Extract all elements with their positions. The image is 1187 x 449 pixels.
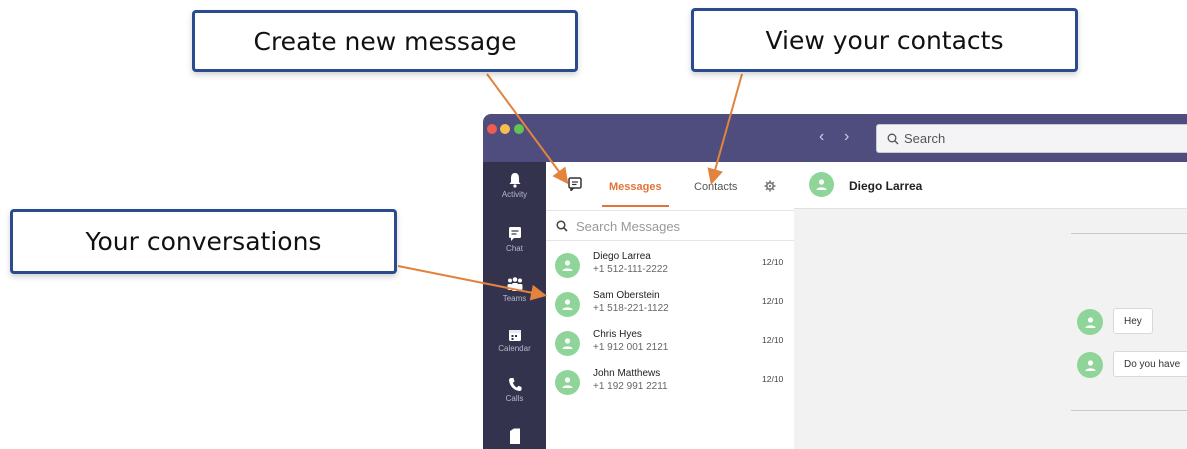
conversation-item[interactable]: John Matthews +1 192 991 2211 12/10 [546, 365, 794, 403]
conversation-date: 12/10 [762, 374, 784, 384]
person-icon [562, 260, 573, 271]
avatar [555, 253, 580, 278]
conversation-list-pane: Messages Contacts Search Messages Diego … [546, 162, 795, 449]
list-tabs: Messages Contacts [546, 162, 794, 211]
bell-icon [509, 173, 520, 188]
rail-label: Chat [506, 244, 523, 253]
avatar [809, 172, 834, 197]
search-placeholder: Search [904, 131, 946, 146]
close-window-button[interactable] [487, 124, 497, 134]
tab-messages[interactable]: Messages [609, 181, 662, 193]
person-icon [562, 377, 573, 388]
gear-icon [764, 180, 776, 192]
conversation-date: 12/10 [762, 296, 784, 306]
person-icon [562, 299, 573, 310]
conversation-name: Sam Oberstein [593, 290, 660, 301]
rail-label: Teams [502, 294, 527, 303]
conversation-date: 12/10 [762, 335, 784, 345]
rail-label: Activity [501, 190, 528, 199]
app-rail: Activity Chat Teams Calendar Calls [483, 162, 546, 449]
callout-view-contacts: View your contacts [691, 8, 1078, 72]
chat-header: Diego Larrea [794, 162, 1187, 209]
conversation-date: 12/10 [762, 257, 784, 267]
conversation-item[interactable]: Chris Hyes +1 912 001 2121 12/10 [546, 326, 794, 364]
maximize-window-button[interactable] [514, 124, 524, 134]
search-icon [887, 133, 899, 144]
active-tab-indicator [602, 205, 669, 207]
avatar [1077, 352, 1103, 378]
avatar [1077, 309, 1103, 335]
avatar [555, 331, 580, 356]
message-bubble: Hey [1113, 308, 1153, 334]
person-icon [1085, 316, 1095, 328]
conversation-phone: +1 192 991 2211 [593, 381, 668, 392]
person-icon [1085, 359, 1095, 371]
conversation-phone: +1 518-221-1122 [593, 303, 669, 314]
conversation-name: John Matthews [593, 368, 661, 379]
callout-your-conversations: Your conversations [10, 209, 397, 274]
search-icon [556, 220, 568, 232]
calendar-icon [508, 330, 521, 341]
conversation-item[interactable]: Diego Larrea +1 512-111-2222 12/10 [546, 248, 794, 286]
chat-pane: Diego Larrea Hey Do you have [794, 162, 1187, 449]
conversation-name: Chris Hyes [593, 329, 642, 340]
rail-label: Calendar [498, 344, 531, 353]
conversation-name: Diego Larrea [593, 251, 651, 262]
rail-item-calendar[interactable]: Calendar [483, 328, 546, 353]
conversation-item[interactable]: Sam Oberstein +1 518-221-1122 12/10 [546, 287, 794, 325]
chat-contact-name: Diego Larrea [849, 179, 923, 193]
avatar [555, 292, 580, 317]
app-window: ‹ › Search Activity Chat Teams Calendar … [483, 114, 1187, 449]
back-arrow-icon[interactable]: ‹ [819, 128, 824, 146]
callout-create-new-message: Create new message [192, 10, 578, 72]
new-message-button[interactable] [568, 177, 582, 196]
search-messages-placeholder: Search Messages [576, 218, 681, 234]
phone-icon [508, 378, 521, 391]
rail-item-activity[interactable]: Activity [483, 172, 546, 199]
rail-item-calls[interactable]: Calls [483, 377, 546, 403]
conversation-phone: +1 912 001 2121 [593, 342, 669, 353]
message-bubble: Do you have [1113, 351, 1187, 377]
compose-icon [568, 177, 582, 193]
rail-item-chat[interactable]: Chat [483, 226, 546, 253]
chat-icon [508, 227, 521, 241]
teams-icon [507, 277, 522, 291]
minimize-window-button[interactable] [500, 124, 510, 134]
rail-item-files[interactable] [483, 428, 546, 446]
divider [1071, 233, 1187, 234]
rail-label: Calls [505, 394, 524, 403]
divider [546, 240, 794, 241]
rail-item-teams[interactable]: Teams [483, 277, 546, 303]
settings-button[interactable] [764, 179, 776, 197]
files-icon [509, 428, 520, 444]
avatar [555, 370, 580, 395]
person-icon [816, 179, 827, 190]
search-messages-input[interactable]: Search Messages [556, 217, 786, 235]
conversation-phone: +1 512-111-2222 [593, 264, 668, 275]
tab-contacts[interactable]: Contacts [694, 181, 737, 193]
divider [1071, 410, 1187, 411]
search-input[interactable]: Search [876, 124, 1187, 153]
person-icon [562, 338, 573, 349]
title-bar: ‹ › Search [483, 114, 1187, 162]
forward-arrow-icon[interactable]: › [844, 128, 849, 146]
